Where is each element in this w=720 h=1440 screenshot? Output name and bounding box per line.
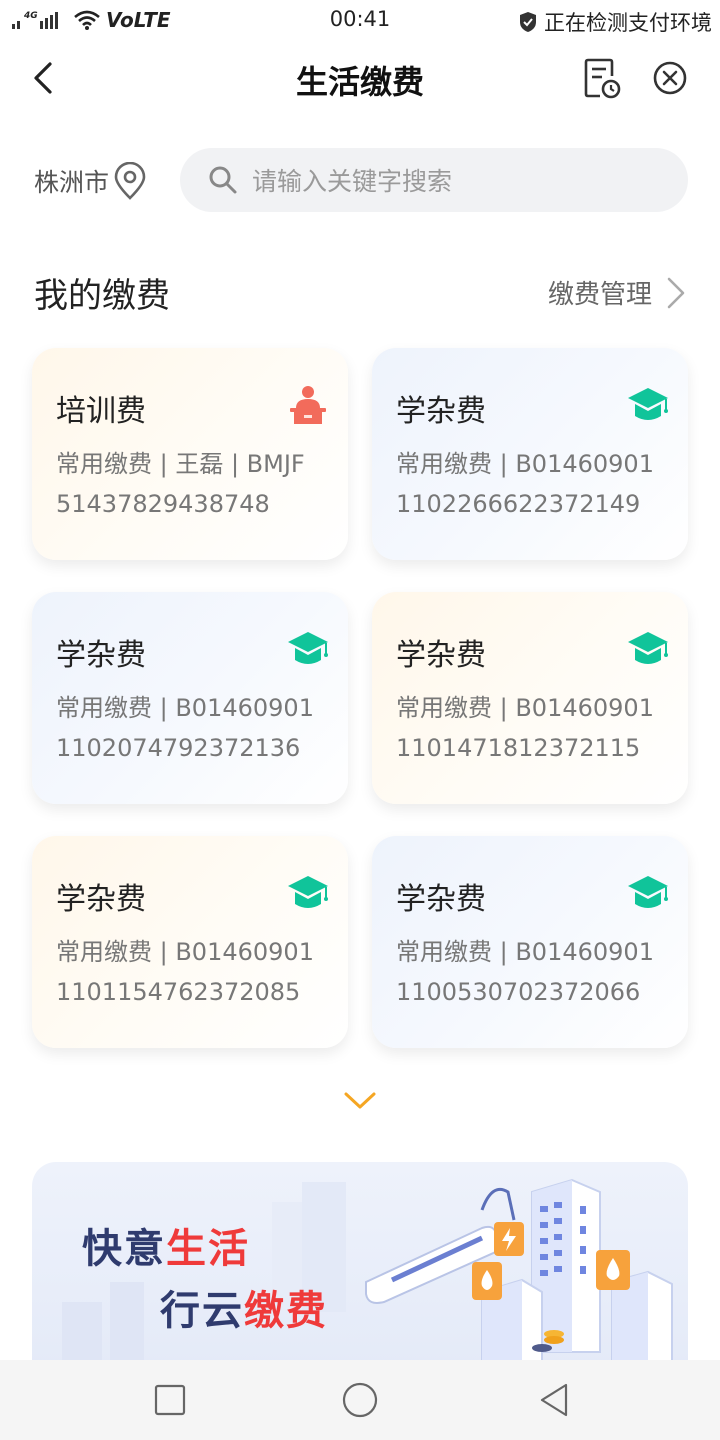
graduation-cap-icon [628, 632, 668, 664]
city-label: 株洲市 [34, 168, 110, 197]
slogan2-part-b: 缴费 [244, 1288, 328, 1334]
city-selector[interactable]: 株洲市 [34, 162, 147, 200]
card-line2: 1102266622372149 [396, 490, 641, 518]
recent-apps-button[interactable] [152, 1382, 188, 1418]
manage-link[interactable]: 缴费管理 [548, 274, 686, 311]
status-bar: 4G VoLTE 00:41 正在检测支付环境 [0, 0, 720, 40]
slogan2-part-a: 行云 [160, 1288, 244, 1334]
search-icon [209, 166, 237, 194]
expand-more-button[interactable] [342, 1088, 378, 1112]
title-bar: 生活缴费 [0, 40, 720, 120]
payment-card[interactable]: 学杂费 常用缴费 | B01460901 1101471812372115 [372, 592, 688, 804]
card-line1: 常用缴费 | B01460901 [396, 450, 654, 478]
card-detail: 常用缴费 | B01460901 1101154762372085 [56, 932, 346, 1012]
shield-icon [520, 12, 536, 32]
banner-slogan-line1: 快意生活 [82, 1216, 250, 1274]
card-line2: 1101471812372115 [396, 734, 641, 762]
card-detail: 常用缴费 | 王磊 | BMJF 51437829438748 [56, 444, 346, 524]
teacher-icon [290, 386, 326, 424]
card-line1: 常用缴费 | B01460901 [56, 938, 314, 966]
section-title: 我的缴费 [34, 276, 170, 316]
card-detail: 常用缴费 | B01460901 1102266622372149 [396, 444, 686, 524]
home-button[interactable] [342, 1382, 378, 1418]
slogan1-part-a: 快意 [82, 1226, 166, 1272]
security-status-text: 正在检测支付环境 [544, 11, 712, 35]
manage-label: 缴费管理 [547, 280, 652, 310]
card-line2: 1100530702372066 [396, 978, 641, 1006]
card-detail: 常用缴费 | B01460901 1100530702372066 [396, 932, 686, 1012]
status-right: 正在检测支付环境 [518, 7, 712, 37]
graduation-cap-icon [628, 876, 668, 908]
close-button[interactable] [652, 60, 688, 96]
card-line2: 1102074792372136 [56, 734, 301, 762]
slogan1-part-b: 生活 [166, 1226, 250, 1272]
payment-card[interactable]: 学杂费 常用缴费 | B01460901 1102266622372149 [372, 348, 688, 560]
payment-card[interactable]: 培训费 常用缴费 | 王磊 | BMJF 51437829438748 [32, 348, 348, 560]
card-detail: 常用缴费 | B01460901 1102074792372136 [56, 688, 346, 768]
chevron-right-icon [667, 277, 685, 308]
card-line1: 常用缴费 | B01460901 [396, 694, 654, 722]
promo-banner[interactable]: 快意生活 行云缴费 [32, 1162, 688, 1372]
card-line2: 51437829438748 [56, 490, 270, 518]
card-detail: 常用缴费 | B01460901 1101471812372115 [396, 688, 686, 768]
banner-slogan-line2: 行云缴费 [160, 1278, 328, 1336]
system-nav-bar [0, 1360, 720, 1440]
payment-card[interactable]: 学杂费 常用缴费 | B01460901 1100530702372066 [372, 836, 688, 1048]
card-line1: 常用缴费 | B01460901 [56, 694, 314, 722]
back-nav-button[interactable] [536, 1382, 572, 1418]
search-input[interactable]: 请输入关键字搜索 [180, 148, 688, 212]
search-placeholder: 请输入关键字搜索 [252, 167, 453, 196]
city-illustration [365, 1178, 673, 1372]
graduation-cap-icon [628, 388, 668, 420]
card-line1: 常用缴费 | 王磊 | BMJF [56, 450, 305, 478]
card-line1: 常用缴费 | B01460901 [396, 938, 654, 966]
bill-history-button[interactable] [582, 58, 622, 100]
location-pin-icon [114, 162, 146, 200]
payment-card[interactable]: 学杂费 常用缴费 | B01460901 1101154762372085 [32, 836, 348, 1048]
graduation-cap-icon [288, 876, 328, 908]
card-line2: 1101154762372085 [56, 978, 301, 1006]
payment-card[interactable]: 学杂费 常用缴费 | B01460901 1102074792372136 [32, 592, 348, 804]
graduation-cap-icon [288, 632, 328, 664]
